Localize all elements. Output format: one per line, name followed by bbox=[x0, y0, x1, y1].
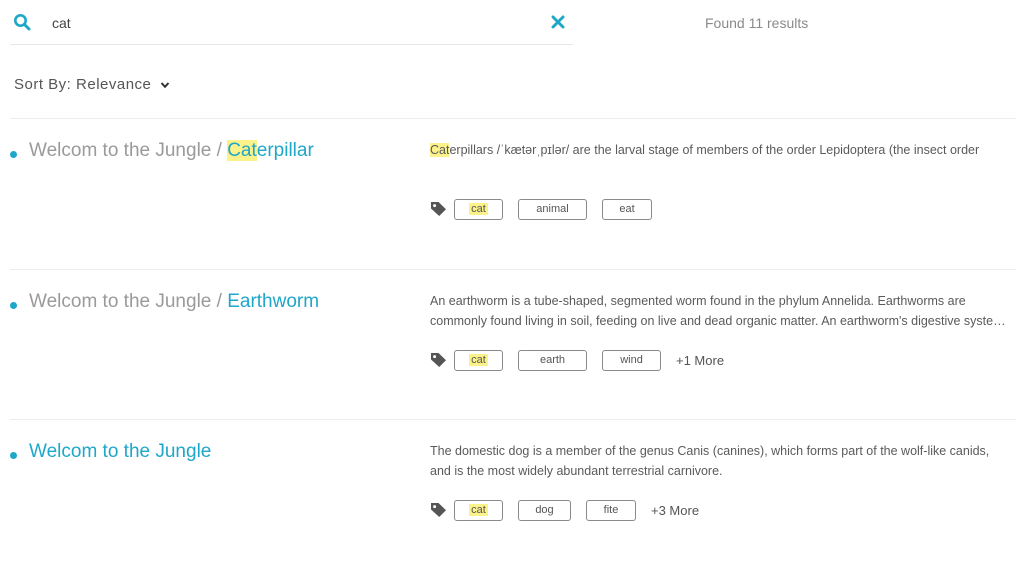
result-title-link[interactable]: Caterpillar bbox=[227, 140, 314, 161]
result-title-link[interactable]: Earthworm bbox=[227, 291, 319, 312]
bullet bbox=[10, 302, 17, 309]
bullet bbox=[10, 452, 17, 459]
title-highlight: Cat bbox=[227, 140, 257, 161]
more-tags-link[interactable]: +3 More bbox=[651, 503, 699, 518]
divider bbox=[10, 269, 1016, 270]
desc-text: An earthworm is a tube-shaped, segmented… bbox=[430, 294, 1004, 328]
breadcrumb-link[interactable]: Welcom to the Jungle / bbox=[29, 140, 227, 161]
title-rest: erpillar bbox=[256, 140, 314, 161]
tag-list: cat dog fite +3 More bbox=[430, 499, 699, 521]
tag-chip[interactable]: animal bbox=[518, 198, 587, 220]
sort-dropdown[interactable]: Sort By: Relevance bbox=[14, 76, 170, 93]
tag-chip[interactable]: cat bbox=[454, 198, 503, 220]
tag-chip[interactable]: earth bbox=[518, 349, 587, 371]
tag-chip[interactable]: cat bbox=[454, 499, 503, 521]
tag-chip[interactable]: dog bbox=[518, 499, 571, 521]
breadcrumb-link[interactable]: Welcom to the Jungle / bbox=[29, 291, 227, 312]
divider bbox=[10, 118, 1016, 119]
sort-label: Sort By: Relevance bbox=[14, 76, 152, 93]
result-description: The domestic dog is a member of the genu… bbox=[430, 441, 1008, 481]
tag-chip[interactable]: fite bbox=[586, 499, 636, 521]
tag-list: cat earth wind +1 More bbox=[430, 349, 724, 371]
result-item: Welcom to the Jungle The domestic dog is… bbox=[0, 421, 1016, 561]
results-count: Found 11 results bbox=[705, 15, 809, 31]
bullet bbox=[10, 151, 17, 158]
search-icon bbox=[14, 14, 31, 31]
tag-chip[interactable]: wind bbox=[602, 349, 661, 371]
tag-chip[interactable]: eat bbox=[602, 198, 652, 220]
search-input[interactable] bbox=[52, 11, 512, 35]
divider bbox=[10, 419, 1016, 420]
result-title: Welcom to the Jungle bbox=[29, 441, 211, 463]
tag-icon bbox=[431, 353, 446, 367]
tag-icon bbox=[431, 503, 446, 517]
desc-text: erpillars /ˈkætərˌpɪlər/ are the larval … bbox=[449, 143, 980, 157]
tag-icon bbox=[431, 202, 446, 216]
more-tags-link[interactable]: +1 More bbox=[676, 353, 724, 368]
desc-highlight: Cat bbox=[430, 143, 450, 157]
close-icon[interactable] bbox=[551, 15, 565, 29]
result-title-link[interactable]: Welcom to the Jungle bbox=[29, 441, 211, 462]
result-item: Welcom to the Jungle / Caterpillar Cater… bbox=[0, 120, 1016, 270]
tag-list: cat animal eat bbox=[430, 198, 667, 220]
result-title: Welcom to the Jungle / Earthworm bbox=[29, 291, 319, 313]
result-item: Welcom to the Jungle / Earthworm An eart… bbox=[0, 271, 1016, 421]
result-description: Caterpillars /ˈkætərˌpɪlər/ are the larv… bbox=[430, 140, 1008, 160]
result-description: An earthworm is a tube-shaped, segmented… bbox=[430, 291, 1008, 331]
desc-text: The domestic dog is a member of the genu… bbox=[430, 444, 990, 478]
tag-chip[interactable]: cat bbox=[454, 349, 503, 371]
search-bar bbox=[10, 0, 573, 45]
result-title: Welcom to the Jungle / Caterpillar bbox=[29, 140, 314, 162]
chevron-down-icon bbox=[161, 81, 170, 88]
